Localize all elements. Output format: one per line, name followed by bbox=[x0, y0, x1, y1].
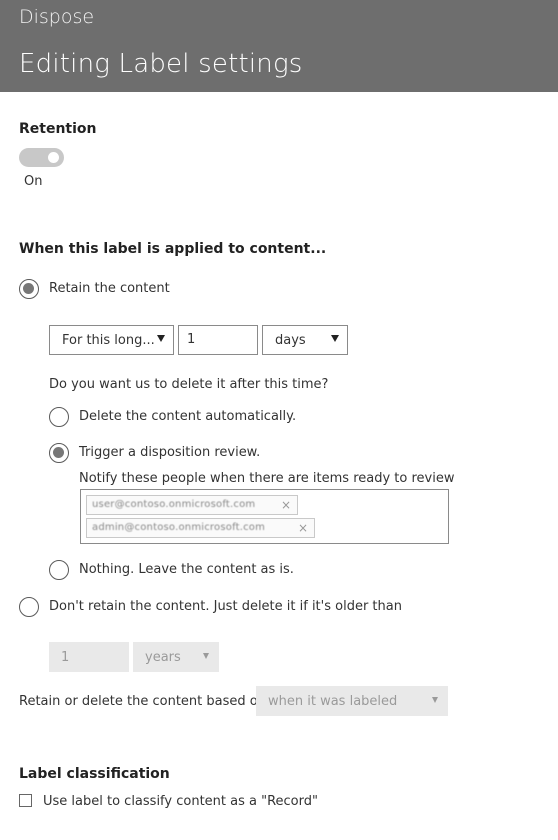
close-icon[interactable]: × bbox=[281, 498, 291, 512]
toggle-knob bbox=[48, 152, 59, 163]
delete-question: Do you want us to delete it after this t… bbox=[49, 377, 329, 392]
notify-label: Notify these people when there are items… bbox=[79, 471, 455, 486]
duration-value-input[interactable]: 1 bbox=[178, 325, 258, 355]
trigger-review-label: Trigger a disposition review. bbox=[79, 445, 261, 460]
based-on-label: Retain or delete the content based on bbox=[19, 694, 266, 709]
chevron-down-icon bbox=[331, 335, 339, 342]
reviewers-picker[interactable]: user@contoso.onmicrosoft.com × admin@con… bbox=[80, 489, 449, 544]
chevron-down-icon bbox=[157, 335, 165, 342]
retention-title: Retention bbox=[19, 121, 97, 137]
retention-toggle-state: On bbox=[24, 174, 43, 189]
retain-content-radio[interactable] bbox=[19, 279, 39, 299]
reviewer-email: admin@contoso.onmicrosoft.com bbox=[92, 522, 266, 533]
applied-section-title: When this label is applied to content... bbox=[19, 241, 327, 257]
reviewer-email: user@contoso.onmicrosoft.com bbox=[92, 499, 256, 510]
delete-after-value-input[interactable]: 1 bbox=[49, 642, 129, 672]
trigger-review-radio[interactable] bbox=[49, 443, 69, 463]
based-on-select[interactable]: when it was labeled bbox=[256, 686, 448, 716]
classification-title: Label classification bbox=[19, 766, 170, 782]
page-title: Editing Label settings bbox=[19, 49, 303, 79]
breadcrumb[interactable]: Dispose bbox=[19, 6, 94, 28]
nothing-radio[interactable] bbox=[49, 560, 69, 580]
delete-after-unit: years bbox=[145, 650, 181, 665]
delete-after-unit-select[interactable]: years bbox=[133, 642, 219, 672]
record-checkbox-label: Use label to classify content as a "Reco… bbox=[43, 794, 318, 809]
chevron-down-icon bbox=[432, 697, 438, 703]
delete-auto-label: Delete the content automatically. bbox=[79, 409, 297, 424]
duration-type-value: For this long... bbox=[62, 333, 155, 348]
dont-retain-label: Don't retain the content. Just delete it… bbox=[49, 599, 402, 614]
duration-type-select[interactable]: For this long... bbox=[49, 325, 174, 355]
record-checkbox[interactable] bbox=[19, 794, 32, 807]
nothing-label: Nothing. Leave the content as is. bbox=[79, 562, 294, 577]
reviewer-chip: admin@contoso.onmicrosoft.com × bbox=[86, 518, 315, 538]
retain-content-label: Retain the content bbox=[49, 281, 170, 296]
panel-header: Dispose Editing Label settings bbox=[0, 0, 558, 92]
based-on-value: when it was labeled bbox=[268, 694, 398, 709]
close-icon[interactable]: × bbox=[298, 521, 308, 535]
chevron-down-icon bbox=[203, 653, 209, 659]
duration-unit-select[interactable]: days bbox=[262, 325, 348, 355]
delete-after-value: 1 bbox=[61, 650, 70, 665]
delete-auto-radio[interactable] bbox=[49, 407, 69, 427]
retention-toggle[interactable] bbox=[19, 148, 64, 167]
dont-retain-radio[interactable] bbox=[19, 597, 39, 617]
duration-unit-value: days bbox=[275, 333, 306, 348]
reviewer-chip: user@contoso.onmicrosoft.com × bbox=[86, 495, 298, 515]
